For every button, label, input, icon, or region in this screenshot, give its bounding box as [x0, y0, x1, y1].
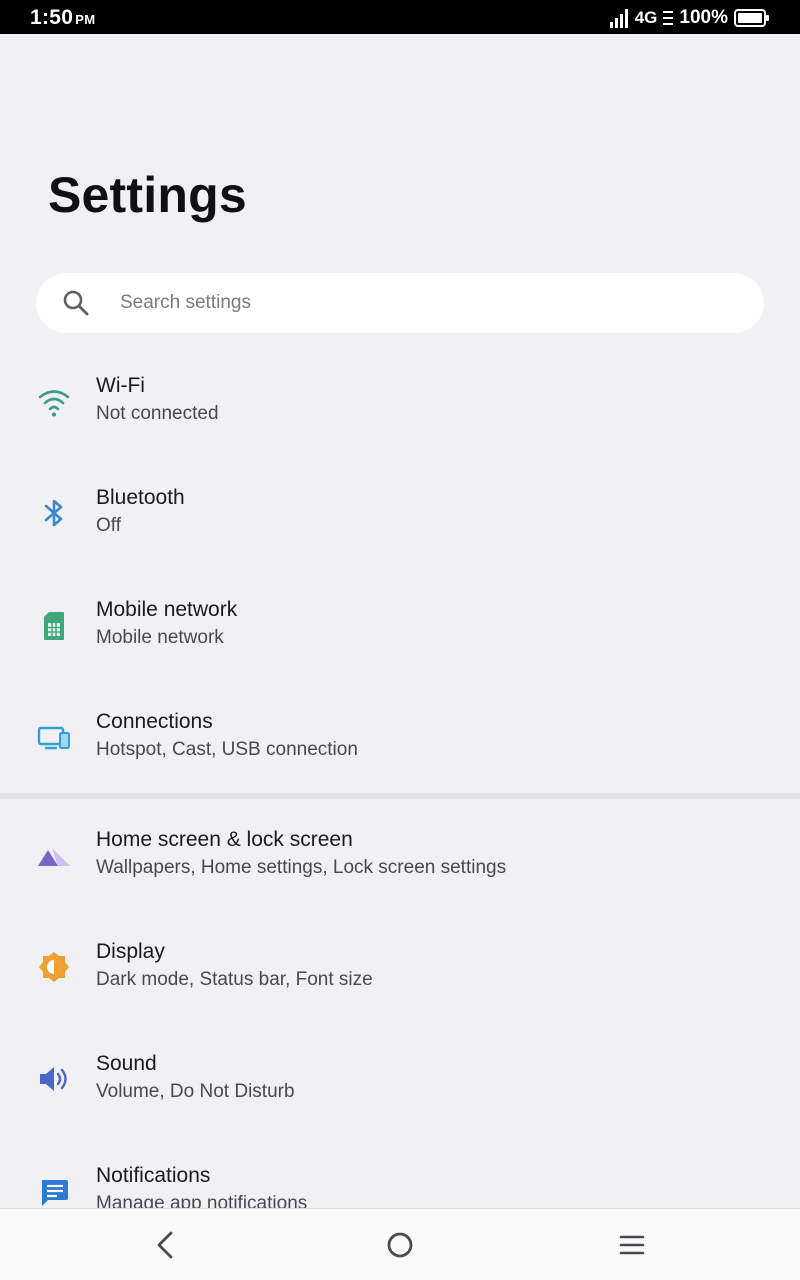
- bluetooth-icon: [44, 499, 63, 527]
- setting-title: Notifications: [96, 1164, 211, 1187]
- brightness-icon: [39, 952, 69, 982]
- navigation-bar: [0, 1208, 800, 1280]
- setting-item-notifications[interactable]: Notifications Manage app notifications: [0, 1164, 800, 1208]
- home-icon[interactable]: [380, 1225, 420, 1265]
- setting-title: Wi-Fi: [96, 374, 145, 397]
- back-icon[interactable]: [146, 1225, 186, 1265]
- setting-title: Bluetooth: [96, 486, 185, 509]
- section-divider: [0, 793, 800, 799]
- speaker-icon: [40, 1067, 67, 1091]
- setting-subtitle: Manage app notifications: [96, 1193, 308, 1208]
- notification-icon: [42, 1180, 68, 1206]
- sim-card-icon: [44, 612, 64, 640]
- wifi-icon: [38, 390, 70, 417]
- setting-item-connections[interactable]: Connections Hotspot, Cast, USB connectio…: [0, 710, 800, 822]
- wallpaper-icon: [38, 848, 70, 866]
- setting-subtitle: Off: [96, 515, 121, 536]
- setting-item-home-lock-screen[interactable]: Home screen & lock screen Wallpapers, Ho…: [0, 828, 800, 940]
- setting-item-bluetooth[interactable]: Bluetooth Off: [0, 486, 800, 598]
- setting-title: Connections: [96, 710, 213, 733]
- setting-subtitle: Dark mode, Status bar, Font size: [96, 969, 373, 990]
- devices-icon: [37, 726, 70, 750]
- setting-item-mobile-network[interactable]: Mobile network Mobile network: [0, 598, 800, 710]
- search-input[interactable]: [120, 273, 740, 333]
- settings-scroll-area[interactable]: Settings Wi-Fi Not connected Bluetooth O…: [0, 0, 800, 1208]
- setting-title: Home screen & lock screen: [96, 828, 353, 851]
- setting-item-sound[interactable]: Sound Volume, Do Not Disturb: [0, 1052, 800, 1164]
- setting-subtitle: Hotspot, Cast, USB connection: [96, 739, 358, 760]
- setting-item-wifi[interactable]: Wi-Fi Not connected: [0, 374, 800, 486]
- setting-subtitle: Volume, Do Not Disturb: [96, 1081, 295, 1102]
- setting-subtitle: Not connected: [96, 403, 219, 424]
- setting-title: Mobile network: [96, 598, 238, 621]
- setting-item-display[interactable]: Display Dark mode, Status bar, Font size: [0, 940, 800, 1052]
- page-title: Settings: [48, 167, 247, 223]
- setting-subtitle: Wallpapers, Home settings, Lock screen s…: [96, 857, 507, 878]
- search-icon: [63, 290, 89, 316]
- menu-icon[interactable]: [612, 1225, 652, 1265]
- setting-subtitle: Mobile network: [96, 627, 224, 648]
- setting-title: Display: [96, 940, 165, 963]
- setting-title: Sound: [96, 1052, 157, 1075]
- search-bar[interactable]: [36, 273, 764, 333]
